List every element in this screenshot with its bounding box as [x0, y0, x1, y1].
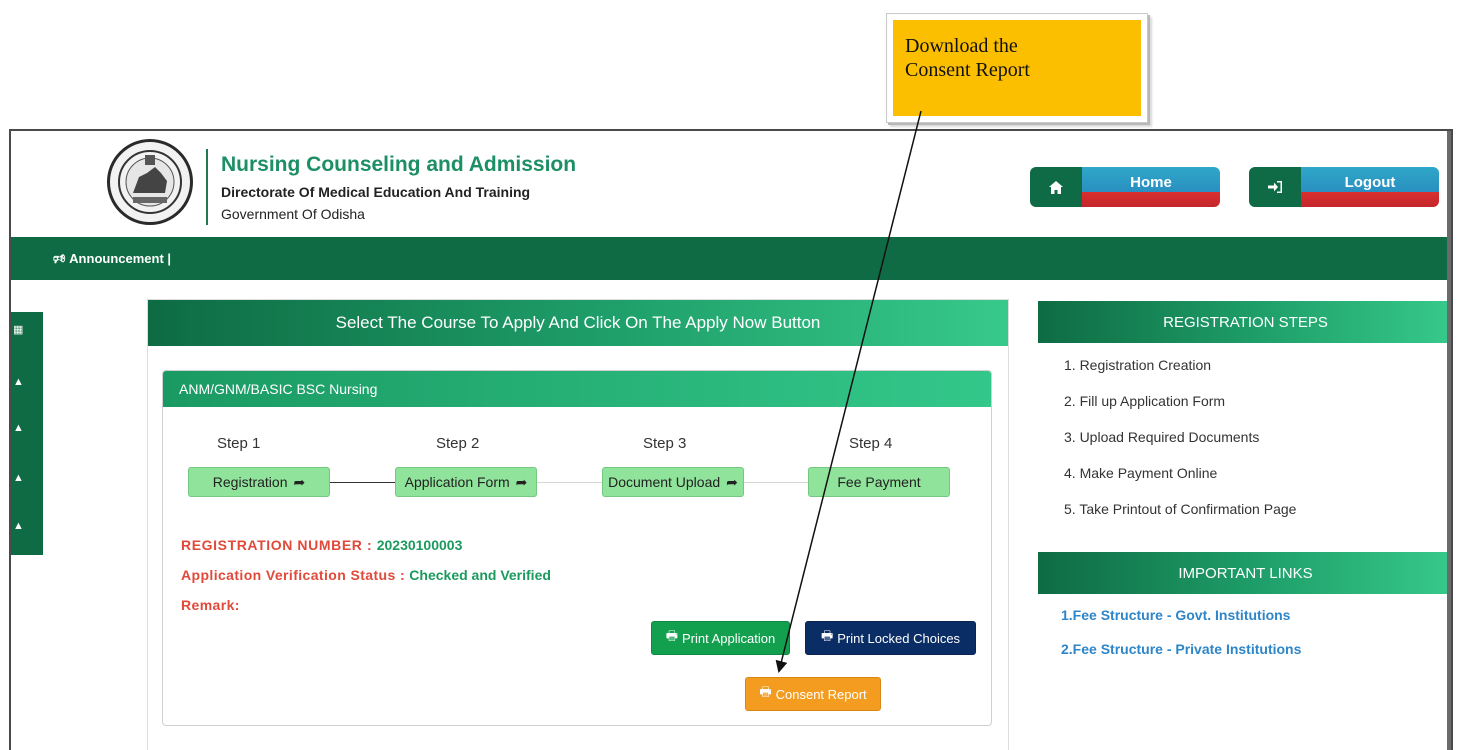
- registration-number-row: REGISTRATION NUMBER : 20230100003: [181, 537, 462, 553]
- step-application-form-button[interactable]: Application Form ➦: [395, 467, 537, 497]
- site-header: Nursing Counseling and Admission Directo…: [11, 131, 1451, 237]
- step-connector-2: [536, 482, 602, 483]
- bell-icon[interactable]: ▲: [13, 376, 25, 388]
- site-title: Nursing Counseling and Admission: [221, 153, 577, 176]
- step-3-label: Step 3: [643, 435, 687, 452]
- bell-icon[interactable]: ▲: [13, 422, 25, 434]
- remark-label: Remark:: [181, 597, 240, 613]
- dashboard-icon[interactable]: ▦: [13, 324, 25, 336]
- step-connector-3: [741, 482, 809, 483]
- step-fee-payment-button[interactable]: Fee Payment: [808, 467, 950, 497]
- verification-status-row: Application Verification Status : Checke…: [181, 567, 551, 583]
- site-subtitle-2: Government Of Odisha: [221, 206, 365, 222]
- home-button-label: Home: [1082, 167, 1220, 207]
- odisha-emblem-logo: [107, 139, 193, 225]
- share-arrow-icon: ➦: [726, 473, 738, 490]
- fee-structure-govt-link[interactable]: 1.Fee Structure - Govt. Institutions: [1061, 607, 1301, 641]
- logout-button-label: Logout: [1301, 167, 1439, 207]
- registration-steps-list: 1. Registration Creation 2. Fill up Appl…: [1064, 357, 1296, 537]
- header-divider: [206, 149, 208, 225]
- sign-in-icon: [1249, 167, 1301, 207]
- share-arrow-icon: ➦: [515, 473, 528, 490]
- step-registration-button[interactable]: Registration ➦: [188, 467, 330, 497]
- verification-status-label: Application Verification Status :: [181, 567, 410, 583]
- left-side-rail: ▦ ▲ ▲ ▲ ▲: [11, 312, 43, 555]
- print-icon: 🖶: [820, 628, 834, 643]
- print-application-label: Print Application: [682, 630, 776, 646]
- callout-line-2: Consent Report: [905, 59, 1030, 81]
- step-4-label: Step 4: [849, 435, 893, 452]
- step-connector-1: [329, 482, 395, 483]
- bell-icon[interactable]: ▲: [13, 472, 25, 484]
- important-links-title: IMPORTANT LINKS: [1038, 552, 1451, 594]
- callout-line-1: Download the: [905, 35, 1018, 57]
- logout-button[interactable]: Logout: [1249, 167, 1439, 207]
- course-card: ANM/GNM/BASIC BSC Nursing Step 1 Step 2 …: [162, 370, 992, 726]
- registration-number-label: REGISTRATION NUMBER :: [181, 537, 377, 553]
- step-2-label: Step 2: [436, 435, 480, 452]
- announcement-bar: 🕫 Announcement |: [11, 237, 1451, 280]
- print-icon: 🖶: [759, 684, 772, 699]
- registration-step-item: 5. Take Printout of Confirmation Page: [1064, 501, 1297, 517]
- print-locked-choices-label: Print Locked Choices: [837, 630, 961, 646]
- callout-box: Download the Consent Report: [886, 13, 1148, 123]
- fee-structure-private-link[interactable]: 2.Fee Structure - Private Institutions: [1061, 641, 1301, 675]
- registration-step-item: 3. Upload Required Documents: [1064, 429, 1260, 445]
- callout-text: Download the Consent Report: [893, 20, 1141, 116]
- share-arrow-icon: ➦: [293, 473, 306, 490]
- step-fee-payment-label: Fee Payment: [837, 474, 921, 490]
- registration-step-item: 2. Fill up Application Form: [1064, 393, 1226, 409]
- registration-number-value: 20230100003: [376, 537, 463, 553]
- step-document-upload-label: Document Upload: [608, 474, 721, 490]
- registration-step-item: 4. Make Payment Online: [1064, 465, 1218, 481]
- step-application-form-label: Application Form: [404, 474, 510, 490]
- print-icon: 🖶: [665, 628, 679, 643]
- step-registration-label: Registration: [212, 474, 288, 490]
- announcement-label: Announcement |: [69, 251, 172, 266]
- step-1-label: Step 1: [217, 435, 261, 452]
- announcement-link[interactable]: 🕫 Announcement |: [53, 250, 171, 272]
- registration-steps-title: REGISTRATION STEPS: [1038, 301, 1451, 343]
- verification-status-value: Checked and Verified: [409, 567, 551, 583]
- important-links-list: 1.Fee Structure - Govt. Institutions 2.F…: [1061, 607, 1301, 675]
- course-card-title: ANM/GNM/BASIC BSC Nursing: [163, 371, 991, 407]
- bell-icon[interactable]: ▲: [13, 520, 25, 532]
- step-document-upload-button[interactable]: Document Upload ➦: [602, 467, 744, 497]
- home-icon: [1030, 167, 1082, 207]
- course-panel: Select The Course To Apply And Click On …: [147, 299, 1009, 750]
- registration-step-item: 1. Registration Creation: [1064, 357, 1212, 373]
- site-subtitle: Directorate Of Medical Education And Tra…: [221, 184, 531, 200]
- bullhorn-icon: 🕫: [53, 251, 70, 266]
- consent-report-button[interactable]: 🖶 Consent Report: [745, 677, 881, 711]
- app-screenshot: Nursing Counseling and Admission Directo…: [9, 129, 1453, 750]
- home-button[interactable]: Home: [1030, 167, 1220, 207]
- print-locked-choices-button[interactable]: 🖶 Print Locked Choices: [805, 621, 976, 655]
- course-panel-title: Select The Course To Apply And Click On …: [148, 300, 1008, 346]
- print-application-button[interactable]: 🖶 Print Application: [651, 621, 790, 655]
- consent-report-label: Consent Report: [775, 686, 867, 702]
